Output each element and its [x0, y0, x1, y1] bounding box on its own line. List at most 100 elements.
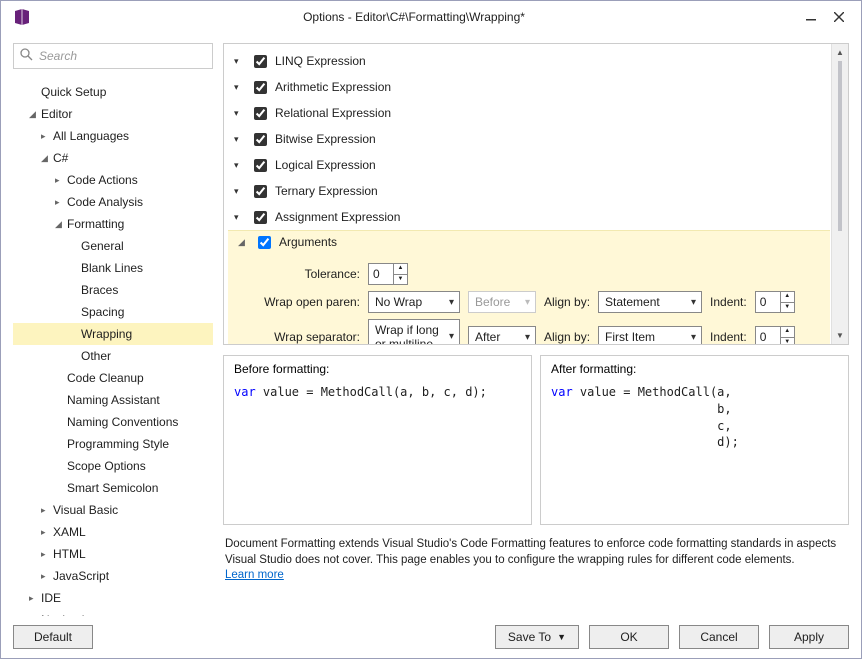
indent-1-spinner[interactable]: 0 ▲▼ — [755, 291, 795, 313]
tree-spacing[interactable]: Spacing — [13, 301, 213, 323]
chevron-right-icon[interactable]: ▾ — [234, 186, 244, 197]
rule-ternary[interactable]: ▾Ternary Expression — [228, 178, 830, 204]
chevron-right-icon[interactable]: ▸ — [41, 523, 51, 541]
footer: Default Save To▼ OK Cancel Apply — [1, 616, 861, 658]
chevron-down-icon[interactable]: ◢ — [29, 105, 39, 123]
chevron-right-icon[interactable]: ▸ — [41, 545, 51, 563]
chevron-right-icon[interactable]: ▸ — [41, 127, 51, 145]
rule-assignment-checkbox[interactable] — [254, 211, 267, 224]
tree-code-actions[interactable]: ▸Code Actions — [13, 169, 213, 191]
chevron-down-icon[interactable]: ◢ — [41, 149, 51, 167]
align-by-2-combo[interactable]: First Item — [598, 326, 702, 344]
rule-bitwise[interactable]: ▾Bitwise Expression — [228, 126, 830, 152]
rule-relational[interactable]: ▾Relational Expression — [228, 100, 830, 126]
search-box[interactable] — [13, 43, 213, 69]
tree-braces[interactable]: Braces — [13, 279, 213, 301]
tree-other[interactable]: Other — [13, 345, 213, 367]
tolerance-spinner[interactable]: 0 ▲▼ — [368, 263, 408, 285]
after-label: After formatting: — [551, 362, 838, 376]
tree-code-analysis[interactable]: ▸Code Analysis — [13, 191, 213, 213]
learn-more-link[interactable]: Learn more — [225, 569, 284, 581]
tree-naming-conventions[interactable]: Naming Conventions — [13, 411, 213, 433]
spinner-up-icon[interactable]: ▲ — [781, 292, 794, 303]
rule-arguments-header[interactable]: ◢ Arguments — [228, 231, 830, 253]
rule-arguments-checkbox[interactable] — [258, 236, 271, 249]
content-area: Quick Setup ◢Editor ▸All Languages ◢C# ▸… — [1, 33, 861, 616]
wrap-separator-combo[interactable]: Wrap if long or multiline — [368, 319, 460, 344]
chevron-right-icon[interactable]: ▸ — [29, 589, 39, 607]
tree-csharp[interactable]: ◢C# — [13, 147, 213, 169]
tree-all-languages[interactable]: ▸All Languages — [13, 125, 213, 147]
rule-arithmetic[interactable]: ▾Arithmetic Expression — [228, 74, 830, 100]
before-pane: Before formatting: var value = MethodCal… — [223, 355, 532, 525]
tree-quick-setup[interactable]: Quick Setup — [13, 81, 213, 103]
scroll-up-icon[interactable]: ▲ — [832, 44, 848, 61]
indent-2-spinner[interactable]: 0 ▲▼ — [755, 326, 795, 344]
tree-editor[interactable]: ◢Editor — [13, 103, 213, 125]
spinner-up-icon[interactable]: ▲ — [781, 327, 794, 338]
align-by-label-1: Align by: — [544, 295, 590, 309]
rule-bitwise-checkbox[interactable] — [254, 133, 267, 146]
before-code: var value = MethodCall(a, b, c, d); — [234, 384, 521, 401]
tree-navigation[interactable]: ▸Navigation — [13, 609, 213, 616]
left-panel: Quick Setup ◢Editor ▸All Languages ◢C# ▸… — [13, 43, 213, 616]
chevron-right-icon[interactable]: ▾ — [234, 82, 244, 93]
chevron-right-icon[interactable]: ▾ — [234, 134, 244, 145]
rule-ternary-checkbox[interactable] — [254, 185, 267, 198]
rule-linq[interactable]: ▾LINQ Expression — [228, 48, 830, 74]
cancel-button[interactable]: Cancel — [679, 625, 759, 649]
chevron-right-icon[interactable]: ▸ — [41, 501, 51, 519]
chevron-down-icon[interactable]: ◢ — [55, 215, 65, 233]
rule-logical[interactable]: ▾Logical Expression — [228, 152, 830, 178]
rule-relational-checkbox[interactable] — [254, 107, 267, 120]
rule-linq-checkbox[interactable] — [254, 55, 267, 68]
tree-ide[interactable]: ▸IDE — [13, 587, 213, 609]
tree-programming-style[interactable]: Programming Style — [13, 433, 213, 455]
minimize-button[interactable] — [797, 6, 825, 28]
tree-wrapping[interactable]: Wrapping — [13, 323, 213, 345]
chevron-right-icon[interactable]: ▸ — [41, 567, 51, 585]
tree-javascript[interactable]: ▸JavaScript — [13, 565, 213, 587]
close-button[interactable] — [825, 6, 853, 28]
chevron-right-icon[interactable]: ▾ — [234, 56, 244, 67]
search-input[interactable] — [39, 49, 206, 63]
ok-button[interactable]: OK — [589, 625, 669, 649]
tree-code-cleanup[interactable]: Code Cleanup — [13, 367, 213, 389]
rule-assignment[interactable]: ▾Assignment Expression — [228, 204, 830, 230]
tree-formatting[interactable]: ◢Formatting — [13, 213, 213, 235]
scrollbar-thumb[interactable] — [838, 61, 842, 231]
spinner-down-icon[interactable]: ▼ — [781, 338, 794, 345]
rule-logical-checkbox[interactable] — [254, 159, 267, 172]
tree-general[interactable]: General — [13, 235, 213, 257]
indent-label-2: Indent: — [710, 330, 747, 344]
chevron-down-icon[interactable]: ◢ — [238, 237, 248, 248]
default-button[interactable]: Default — [13, 625, 93, 649]
tree-naming-assistant[interactable]: Naming Assistant — [13, 389, 213, 411]
wrapping-rules-list: ▾LINQ Expression ▾Arithmetic Expression … — [223, 43, 849, 345]
chevron-right-icon[interactable]: ▾ — [234, 160, 244, 171]
wrap-open-paren-label: Wrap open paren: — [260, 295, 360, 309]
chevron-right-icon[interactable]: ▾ — [234, 108, 244, 119]
spinner-down-icon[interactable]: ▼ — [394, 275, 407, 285]
save-to-button[interactable]: Save To▼ — [495, 625, 579, 649]
spinner-up-icon[interactable]: ▲ — [394, 264, 407, 275]
rule-arithmetic-checkbox[interactable] — [254, 81, 267, 94]
wrap-separator-label: Wrap separator: — [260, 330, 360, 344]
chevron-right-icon[interactable]: ▸ — [55, 171, 65, 189]
tree-xaml[interactable]: ▸XAML — [13, 521, 213, 543]
chevron-right-icon[interactable]: ▾ — [234, 212, 244, 223]
tree-scope-options[interactable]: Scope Options — [13, 455, 213, 477]
scroll-down-icon[interactable]: ▼ — [832, 327, 848, 344]
after-code: var value = MethodCall(a, b, c, d); — [551, 384, 838, 451]
align-by-1-combo[interactable]: Statement — [598, 291, 702, 313]
tree-blank-lines[interactable]: Blank Lines — [13, 257, 213, 279]
scrollbar[interactable]: ▲ ▼ — [831, 44, 848, 344]
tree-smart-semicolon[interactable]: Smart Semicolon — [13, 477, 213, 499]
apply-button[interactable]: Apply — [769, 625, 849, 649]
spinner-down-icon[interactable]: ▼ — [781, 303, 794, 313]
tree-visual-basic[interactable]: ▸Visual Basic — [13, 499, 213, 521]
tree-html[interactable]: ▸HTML — [13, 543, 213, 565]
wrap-separator-pos-combo[interactable]: After — [468, 326, 536, 344]
chevron-right-icon[interactable]: ▸ — [55, 193, 65, 211]
wrap-open-paren-combo[interactable]: No Wrap — [368, 291, 460, 313]
